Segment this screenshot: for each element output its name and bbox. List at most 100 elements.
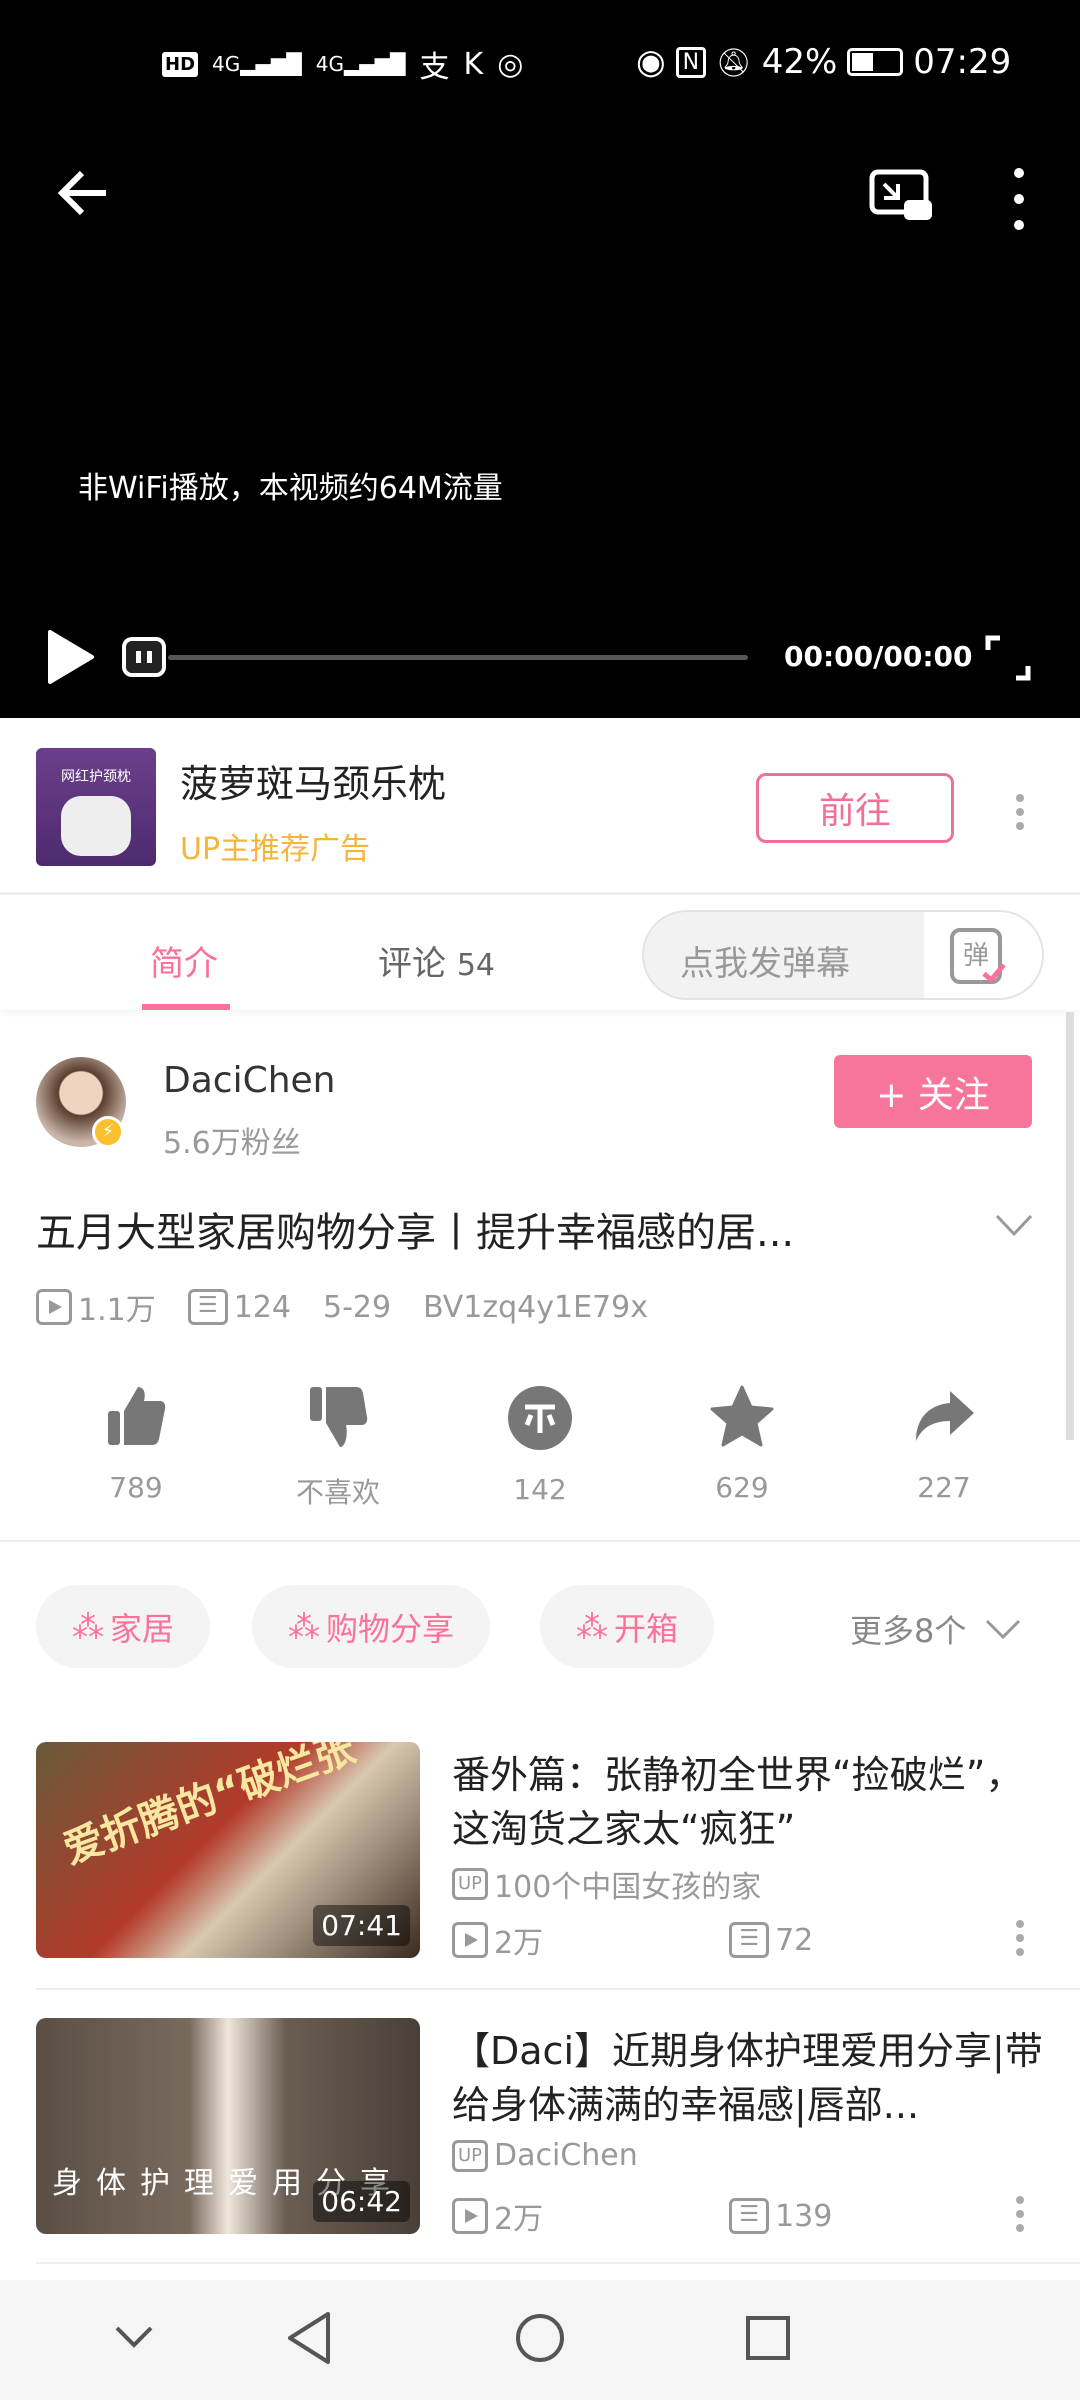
related-more-icon[interactable] bbox=[1016, 2196, 1024, 2232]
hd-icon: HD bbox=[162, 51, 199, 77]
tag-chip[interactable]: ⁂ 购物分享 bbox=[252, 1585, 491, 1668]
nav-back-icon[interactable] bbox=[284, 2310, 334, 2366]
up-icon: UP bbox=[452, 1868, 489, 1900]
favorite-button[interactable]: 629 bbox=[662, 1385, 822, 1511]
chevron-down-icon bbox=[986, 1619, 1021, 1640]
related-up[interactable]: UP DaciChen bbox=[452, 2138, 638, 2173]
alipay-icon: 支 bbox=[419, 50, 450, 85]
tag-icon: ⁂ bbox=[576, 1607, 608, 1646]
related-title[interactable]: 【Daci】近期身体护理爱用分享|带给身体满满的幸福感|唇部... bbox=[452, 2024, 1052, 2132]
status-icons-right: ◉ N 🔕︎ 42% 07:29 bbox=[636, 42, 1011, 82]
danmaku-count: 124 bbox=[233, 1289, 291, 1325]
thumb-caption: 爱折腾的“破烂张” bbox=[57, 1742, 386, 1874]
dislike-label: 不喜欢 bbox=[295, 1476, 380, 1509]
tag-icon: ⁂ bbox=[72, 1607, 104, 1646]
ad-label: UP主推荐广告 bbox=[180, 832, 371, 867]
k-icon: K bbox=[463, 46, 484, 82]
progress-bar[interactable] bbox=[168, 655, 748, 660]
danmaku-send-icon[interactable]: 弹 bbox=[924, 912, 1042, 998]
play-count-icon bbox=[452, 1922, 488, 1958]
back-arrow-icon[interactable] bbox=[56, 168, 112, 218]
share-button[interactable]: 227 bbox=[864, 1385, 1024, 1511]
battery-percent: 42% bbox=[761, 42, 838, 82]
4g-signal-icon: 4G▂▄▆█ bbox=[212, 52, 302, 76]
related-title[interactable]: 番外篇：张静初全世界“捡破烂”，这淘货之家太“疯狂” bbox=[452, 1748, 1052, 1856]
4g-signal-icon: 4G▂▄▆█ bbox=[315, 52, 406, 76]
video-meta: 1.1万 ☰ 124 5-29 BV1zq4y1E79x bbox=[36, 1285, 648, 1329]
related-stats: 2万 ☰ 72 bbox=[452, 1918, 813, 1962]
view-count: 1.1万 bbox=[78, 1293, 156, 1328]
coin-button[interactable]: 142 bbox=[460, 1385, 620, 1511]
danmaku-input[interactable]: 点我发弹幕 弹 bbox=[642, 910, 1044, 1000]
location-icon: ◎ bbox=[497, 46, 524, 82]
nav-home-icon[interactable] bbox=[514, 2312, 566, 2364]
expand-chevron-icon[interactable] bbox=[994, 1212, 1034, 1238]
fullscreen-icon[interactable] bbox=[984, 634, 1032, 682]
video-player[interactable]: HD 4G▂▄▆█ 4G▂▄▆█ 支 K ◎ ◉ N 🔕︎ 42% 07:29 … bbox=[0, 0, 1080, 718]
cast-icon[interactable] bbox=[868, 168, 934, 224]
bell-off-icon: 🔕︎ bbox=[716, 45, 752, 79]
ad-thumb-text: 网红护颈枕 bbox=[61, 769, 131, 785]
divider bbox=[36, 2262, 1080, 2264]
tag-chip[interactable]: ⁂ 家居 bbox=[36, 1585, 211, 1668]
uploader-name[interactable]: DaciChen bbox=[163, 1060, 336, 1101]
like-count: 789 bbox=[109, 1471, 163, 1504]
tab-comments[interactable]: 评论 54 bbox=[378, 936, 495, 985]
status-icons-left: HD 4G▂▄▆█ 4G▂▄▆█ 支 K ◎ bbox=[162, 42, 523, 86]
follow-button[interactable]: + 关注 bbox=[834, 1055, 1032, 1128]
nav-recents-icon[interactable] bbox=[744, 2314, 792, 2362]
bv-id: BV1zq4y1E79x bbox=[423, 1289, 648, 1325]
publish-date: 5-29 bbox=[322, 1289, 392, 1325]
tab-bar: 简介 评论 54 点我发弹幕 弹 bbox=[0, 898, 1080, 1010]
danmaku-count-icon: ☰ bbox=[729, 2198, 770, 2234]
fans-count: 5.6万粉丝 bbox=[163, 1126, 301, 1161]
action-bar: 789 不喜欢 142 629 227 bbox=[56, 1385, 1024, 1511]
thumbs-down-icon bbox=[310, 1387, 368, 1447]
danmaku-placeholder: 点我发弹幕 bbox=[680, 944, 850, 984]
related-more-icon[interactable] bbox=[1016, 1920, 1024, 1956]
play-count-icon bbox=[452, 2198, 488, 2234]
like-button[interactable]: 789 bbox=[56, 1385, 216, 1511]
share-icon bbox=[916, 1391, 974, 1441]
play-icon[interactable] bbox=[44, 628, 96, 686]
related-stats: 2万 ☰ 139 bbox=[452, 2194, 832, 2238]
tab-intro[interactable]: 简介 bbox=[150, 936, 218, 985]
star-icon bbox=[710, 1385, 774, 1447]
danmaku-count-icon: ☰ bbox=[187, 1289, 228, 1325]
clock: 07:29 bbox=[913, 42, 1012, 82]
ad-banner[interactable]: 网红护颈枕 菠萝斑马颈乐枕 UP主推荐广告 前往 bbox=[0, 718, 1080, 895]
data-usage-notice: 非WiFi播放，本视频约64M流量 bbox=[78, 471, 503, 506]
video-duration: 07:41 bbox=[313, 1905, 410, 1946]
battery-icon bbox=[847, 48, 904, 76]
ad-go-button[interactable]: 前往 bbox=[756, 773, 954, 843]
dislike-button[interactable]: 不喜欢 bbox=[258, 1385, 418, 1511]
playback-time: 00:00/00:00 bbox=[784, 640, 973, 673]
divider bbox=[0, 1540, 1080, 1542]
tag-chip[interactable]: ⁂ 开箱 bbox=[540, 1585, 715, 1668]
divider bbox=[36, 1988, 1080, 1990]
more-options-icon[interactable] bbox=[1014, 168, 1024, 230]
scrollbar[interactable] bbox=[1066, 1012, 1074, 1440]
play-count-icon bbox=[36, 1289, 72, 1325]
tag-icon: ⁂ bbox=[288, 1607, 320, 1646]
coin-count: 142 bbox=[513, 1473, 567, 1506]
tab-indicator bbox=[142, 1004, 230, 1010]
thumbs-up-icon bbox=[108, 1387, 166, 1445]
nav-hide-icon[interactable] bbox=[114, 2324, 154, 2350]
related-thumbnail[interactable]: 爱折腾的“破烂张” 07:41 bbox=[36, 1742, 420, 1958]
more-tags-button[interactable]: 更多8个 bbox=[850, 1606, 1022, 1652]
related-thumbnail[interactable]: 身体护理爱用分享 06:42 bbox=[36, 2018, 420, 2234]
ad-more-icon[interactable] bbox=[1016, 794, 1024, 830]
up-icon: UP bbox=[452, 2139, 489, 2172]
share-count: 227 bbox=[917, 1471, 971, 1504]
favorite-count: 629 bbox=[715, 1471, 769, 1504]
video-duration: 06:42 bbox=[313, 2181, 410, 2222]
ad-thumbnail: 网红护颈枕 bbox=[36, 748, 156, 866]
video-title: 五月大型家居购物分享丨提升幸福感的居... bbox=[36, 1210, 795, 1256]
coin-icon bbox=[508, 1386, 572, 1450]
related-up[interactable]: UP 100个中国女孩的家 bbox=[452, 1862, 761, 1906]
danmaku-count-icon: ☰ bbox=[729, 1922, 770, 1958]
nfc-icon: N bbox=[675, 46, 707, 78]
danmaku-toggle[interactable] bbox=[122, 637, 166, 677]
lightning-badge-icon: ⚡︎ bbox=[92, 1116, 124, 1148]
